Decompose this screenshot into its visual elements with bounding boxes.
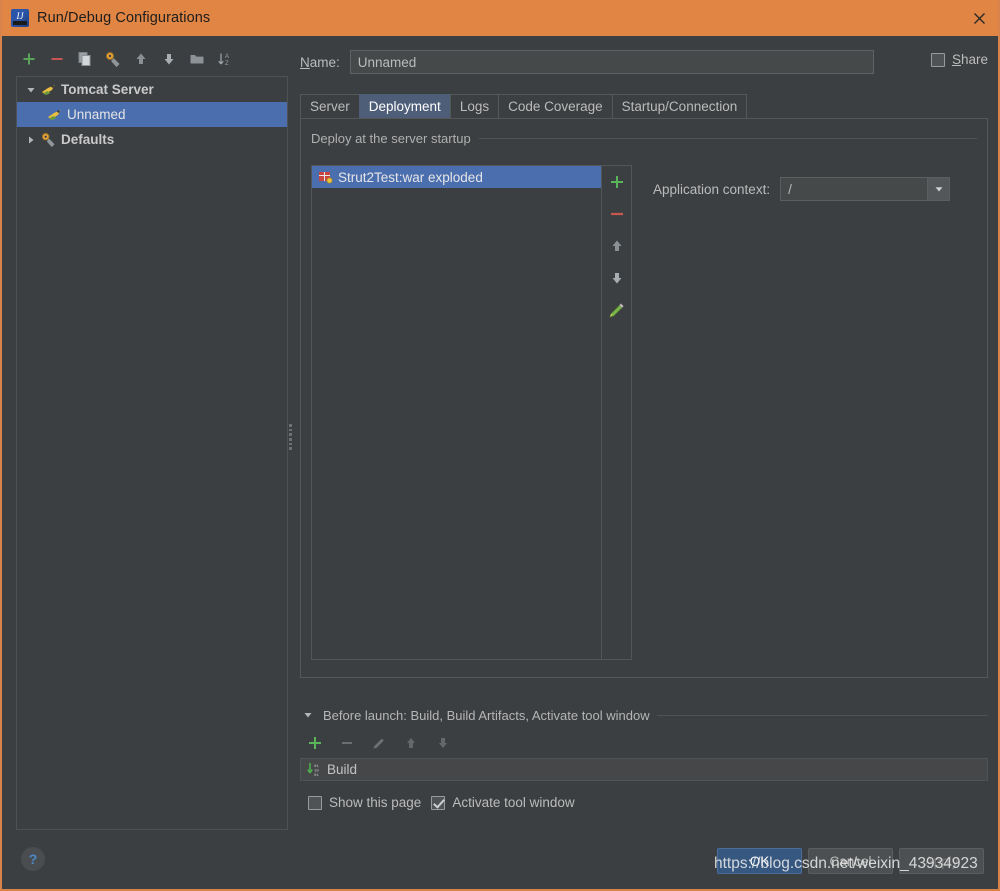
configurations-toolbar: A Z xyxy=(16,44,288,74)
create-folder-button[interactable] xyxy=(184,46,210,72)
intellij-idea-logo-icon: IJ xyxy=(11,9,29,27)
remove-artifact-button[interactable] xyxy=(606,204,628,224)
tomcat-icon xyxy=(45,107,63,123)
deployment-artifacts-list[interactable]: Strut2Test:war exploded xyxy=(311,165,602,660)
sort-button[interactable]: A Z xyxy=(212,46,238,72)
tomcat-icon xyxy=(39,82,57,98)
window-title: Run/Debug Configurations xyxy=(37,10,211,26)
share-checkbox-box[interactable] xyxy=(930,52,945,67)
tree-item-label: Unnamed xyxy=(67,107,126,122)
tab-startup-connection[interactable]: Startup/Connection xyxy=(611,94,748,118)
run-debug-configurations-dialog: IJ Run/Debug Configurations A Z Tomcat S… xyxy=(0,0,1000,891)
title-bar: IJ Run/Debug Configurations xyxy=(2,0,998,36)
copy-configuration-button[interactable] xyxy=(72,46,98,72)
move-up-button[interactable] xyxy=(128,46,154,72)
configuration-tabs: Server Deployment Logs Code Coverage Sta… xyxy=(300,94,748,118)
edit-task-button[interactable] xyxy=(366,730,392,756)
tree-item-label: Defaults xyxy=(61,132,115,147)
dialog-button-bar: OK Cancel Apply xyxy=(717,848,984,874)
svg-text:10: 10 xyxy=(314,770,319,774)
add-artifact-button[interactable] xyxy=(606,172,628,192)
edit-artifact-button[interactable] xyxy=(606,300,628,320)
deploy-section-header: Deploy at the server startup xyxy=(311,130,977,146)
remove-configuration-button[interactable] xyxy=(44,46,70,72)
share-checkbox[interactable]: Share xyxy=(930,52,988,67)
task-move-up-button[interactable] xyxy=(398,730,424,756)
activate-tool-window-checkbox[interactable]: Activate tool window xyxy=(431,795,575,810)
chevron-right-icon[interactable] xyxy=(23,132,39,148)
tab-server[interactable]: Server xyxy=(300,94,360,118)
edit-defaults-button[interactable] xyxy=(100,46,126,72)
tree-item-unnamed[interactable]: Unnamed xyxy=(17,102,287,127)
application-context-combobox[interactable]: / xyxy=(780,177,951,201)
before-launch-title: Before launch: Build, Build Artifacts, A… xyxy=(323,707,650,723)
show-this-page-checkbox-box[interactable] xyxy=(308,795,322,810)
chevron-down-icon[interactable] xyxy=(23,82,39,98)
panel-splitter-handle[interactable] xyxy=(286,423,294,451)
add-task-button[interactable] xyxy=(302,730,328,756)
section-divider xyxy=(478,137,977,139)
tab-logs[interactable]: Logs xyxy=(449,94,500,118)
task-move-down-button[interactable] xyxy=(430,730,456,756)
artifacts-side-toolbar xyxy=(602,165,632,660)
artifact-war-icon xyxy=(316,169,334,185)
svg-text:01: 01 xyxy=(314,765,319,769)
move-down-button[interactable] xyxy=(156,46,182,72)
before-launch-header[interactable]: Before launch: Build, Build Artifacts, A… xyxy=(300,707,988,723)
apply-button[interactable]: Apply xyxy=(899,848,984,874)
tree-item-tomcat-server[interactable]: Tomcat Server xyxy=(17,77,287,102)
application-context-row: Application context: / xyxy=(653,177,951,201)
before-launch-task-list[interactable]: 01 10 01 Build xyxy=(300,758,988,781)
show-this-page-checkbox[interactable]: Show this page xyxy=(308,795,421,810)
configurations-tree: Tomcat Server Unnamed Defaults xyxy=(16,76,288,830)
activate-tool-window-checkbox-box[interactable] xyxy=(431,795,446,810)
list-item[interactable]: Strut2Test:war exploded xyxy=(312,166,601,188)
tab-code-coverage[interactable]: Code Coverage xyxy=(498,94,613,118)
move-artifact-down-button[interactable] xyxy=(606,268,628,288)
close-icon[interactable] xyxy=(956,0,998,36)
tree-item-defaults[interactable]: Defaults xyxy=(17,127,287,152)
remove-task-button[interactable] xyxy=(334,730,360,756)
configuration-name-input[interactable] xyxy=(349,50,874,74)
tab-deployment[interactable]: Deployment xyxy=(358,94,451,118)
move-artifact-up-button[interactable] xyxy=(606,236,628,256)
deploy-section-label: Deploy at the server startup xyxy=(311,130,471,146)
deployment-tab-panel: Deploy at the server startup Strut2Test:… xyxy=(300,118,988,678)
application-context-value: / xyxy=(788,181,792,197)
section-divider xyxy=(656,714,988,716)
show-this-page-label: Show this page xyxy=(329,795,422,810)
application-context-label: Application context: xyxy=(653,181,771,197)
svg-text:A: A xyxy=(225,54,229,60)
name-row: Name: Share xyxy=(300,49,988,75)
artifact-label: Strut2Test:war exploded xyxy=(338,169,483,185)
add-configuration-button[interactable] xyxy=(16,46,42,72)
activate-tool-window-label: Activate tool window xyxy=(452,795,575,810)
task-label: Build xyxy=(327,762,358,777)
name-label: Name: xyxy=(300,54,340,70)
svg-text:Z: Z xyxy=(225,61,229,67)
chevron-down-icon[interactable] xyxy=(300,707,316,723)
tree-item-label: Tomcat Server xyxy=(61,82,154,97)
share-checkbox-label: Share xyxy=(951,52,988,67)
help-button[interactable]: ? xyxy=(21,847,45,871)
chevron-down-icon[interactable] xyxy=(927,178,950,200)
wrench-icon xyxy=(39,132,57,148)
before-launch-toolbar xyxy=(302,732,456,754)
cancel-button[interactable]: Cancel xyxy=(808,848,893,874)
svg-text:01: 01 xyxy=(314,774,319,777)
build-icon: 01 10 01 xyxy=(305,762,323,778)
ok-button[interactable]: OK xyxy=(717,848,802,874)
before-launch-checkboxes: Show this page Activate tool window xyxy=(308,795,575,810)
